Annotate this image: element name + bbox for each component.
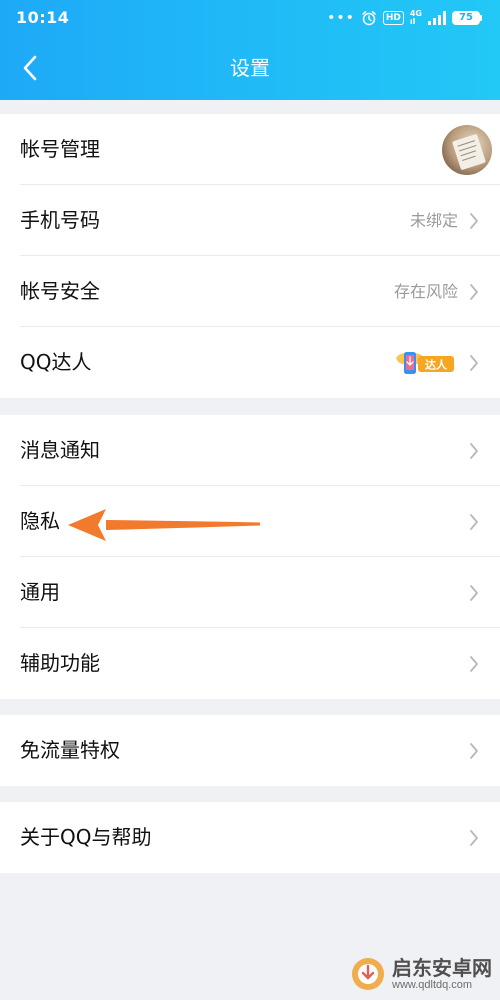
- row-account-management[interactable]: 帐号管理: [0, 114, 500, 185]
- row-label: 通用: [20, 580, 60, 604]
- row-notifications[interactable]: 消息通知: [0, 415, 500, 486]
- row-accessibility[interactable]: 辅助功能: [0, 628, 500, 699]
- row-value: 未绑定: [409, 211, 458, 230]
- settings-group-data: 免流量特权: [0, 715, 500, 786]
- chevron-right-icon: [470, 743, 478, 759]
- network-label: 4G ıl: [410, 10, 422, 26]
- row-label: 手机号码: [20, 208, 100, 232]
- watermark-url: www.qdltdq.com: [392, 979, 473, 991]
- row-label: 消息通知: [20, 438, 100, 462]
- settings-group-account: 帐号管理 手机号码 未绑定 帐号安全 存在风险 QQ达人 达人: [0, 114, 500, 398]
- chevron-right-icon: [470, 830, 478, 846]
- back-button[interactable]: [10, 48, 50, 88]
- settings-group-general: 消息通知 隐私 通用 辅助功能: [0, 415, 500, 699]
- chevron-right-icon: [470, 284, 478, 300]
- nav-bar: 设置: [0, 36, 500, 100]
- badge-text: 达人: [425, 358, 448, 372]
- chevron-right-icon: [470, 656, 478, 672]
- signal-icon: [428, 11, 446, 25]
- hd-icon: HD: [382, 11, 404, 25]
- row-qq-expert[interactable]: QQ达人 达人: [0, 327, 500, 398]
- qq-expert-badge-icon: 达人: [396, 352, 454, 374]
- row-label: 隐私: [20, 509, 60, 533]
- row-label: 帐号安全: [20, 279, 100, 303]
- row-free-data[interactable]: 免流量特权: [0, 715, 500, 786]
- row-phone-number[interactable]: 手机号码 未绑定: [0, 185, 500, 256]
- chevron-right-icon: [470, 355, 478, 371]
- row-general[interactable]: 通用: [0, 557, 500, 628]
- notification-dots-icon: •••: [327, 10, 355, 26]
- chevron-right-icon: [470, 213, 478, 229]
- row-label: 关于QQ与帮助: [20, 825, 152, 849]
- watermark: 启东安卓网 www.qdltdq.com: [350, 956, 492, 992]
- chevron-right-icon: [470, 585, 478, 601]
- row-label: 免流量特权: [20, 738, 120, 762]
- row-value: 存在风险: [393, 282, 458, 301]
- status-time: 10:14: [16, 8, 70, 27]
- header: 10:14 ••• HD 4G ıl 75 设置: [0, 0, 500, 100]
- row-about-help[interactable]: 关于QQ与帮助: [0, 802, 500, 873]
- battery-level: 75: [452, 11, 480, 25]
- chevron-right-icon: [470, 443, 478, 459]
- network-sub: ıl: [409, 17, 416, 26]
- row-label: 辅助功能: [20, 651, 100, 675]
- status-bar: 10:14 ••• HD 4G ıl 75: [0, 0, 500, 36]
- watermark-name: 启东安卓网: [392, 956, 492, 980]
- settings-group-about: 关于QQ与帮助: [0, 802, 500, 873]
- chevron-right-icon: [470, 514, 478, 530]
- battery-icon: 75: [452, 11, 482, 25]
- row-account-security[interactable]: 帐号安全 存在风险: [0, 256, 500, 327]
- watermark-text: 启东安卓网 www.qdltdq.com: [392, 957, 492, 991]
- page-title: 设置: [230, 56, 270, 80]
- annotation-arrow-icon: [68, 509, 260, 541]
- row-label: 帐号管理: [20, 137, 100, 161]
- watermark-logo-icon: [352, 958, 384, 990]
- avatar: [442, 125, 492, 175]
- alarm-icon: [362, 11, 376, 26]
- status-icons: ••• HD 4G ıl 75: [327, 8, 482, 28]
- chevron-left-icon: [23, 55, 37, 81]
- row-label: QQ达人: [20, 350, 92, 374]
